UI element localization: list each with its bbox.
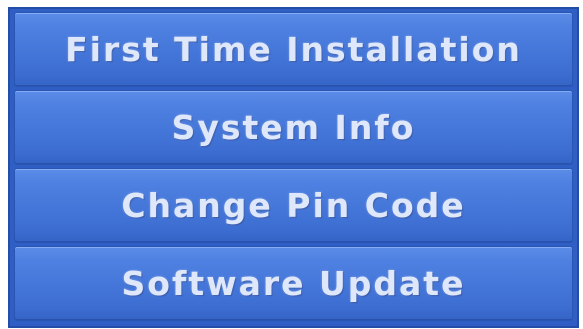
menu-item-system-info[interactable]: System Info: [14, 90, 573, 165]
menu-item-label: System Info: [171, 108, 416, 147]
menu-item-label: Change Pin Code: [121, 186, 466, 225]
menu-item-label: First Time Installation: [65, 30, 522, 69]
menu-item-label: Software Update: [121, 264, 466, 303]
menu-item-software-update[interactable]: Software Update: [14, 246, 573, 321]
menu-item-change-pin-code[interactable]: Change Pin Code: [14, 168, 573, 243]
menu-item-first-time-installation[interactable]: First Time Installation: [14, 12, 573, 87]
setup-menu: First Time Installation System Info Chan…: [8, 7, 579, 328]
screen-frame: First Time Installation System Info Chan…: [0, 0, 583, 329]
